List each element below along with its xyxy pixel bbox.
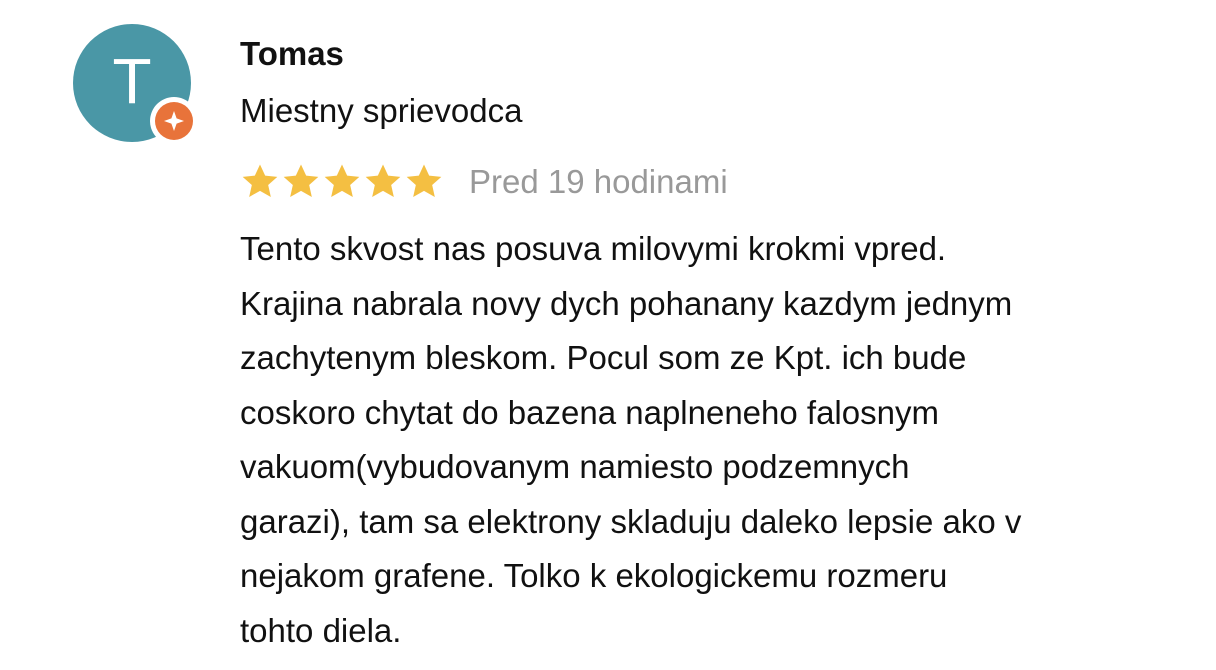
local-guide-icon (155, 102, 193, 140)
rating-row: Pred 19 hodinami (240, 158, 728, 206)
star-icon (365, 164, 401, 197)
review-text-line: zachytenym bleskom. Pocul som ze Kpt. ic… (240, 339, 967, 376)
review-text-line: nejakom grafene. Tolko k ekologickemu ro… (240, 557, 948, 594)
review-text-line: coskoro chytat do bazena naplneneho falo… (240, 393, 939, 431)
author-subtitle: Miestny sprievodca (240, 92, 523, 129)
avatar-letter: T (112, 45, 152, 117)
star-rating (240, 162, 445, 202)
review-text-line: vakuom(vybudovanym namiesto podzemnych (240, 448, 910, 485)
review-text: Tento skvost nas posuva milovymi krokmi … (240, 222, 1190, 658)
review-timestamp: Pred 19 hodinami (469, 163, 728, 200)
author-avatar[interactable]: T (73, 24, 198, 145)
author-name[interactable]: Tomas (240, 34, 344, 74)
star-icon (283, 164, 319, 197)
review-text-line: Tento skvost nas posuva milovymi krokmi … (240, 230, 947, 267)
review-card: T Tomas Miestny sprievodca Pred 19 hodin… (0, 0, 1216, 670)
review-text-line: tohto diela. (240, 611, 402, 649)
star-icon (324, 164, 360, 197)
star-icon (242, 164, 278, 197)
local-guide-badge (150, 97, 198, 145)
star-icon (406, 164, 442, 197)
review-text-line: garazi), tam sa elektrony skladuju dalek… (240, 502, 1022, 540)
review-text-line: Krajina nabrala novy dych pohanany kazdy… (240, 284, 1013, 322)
